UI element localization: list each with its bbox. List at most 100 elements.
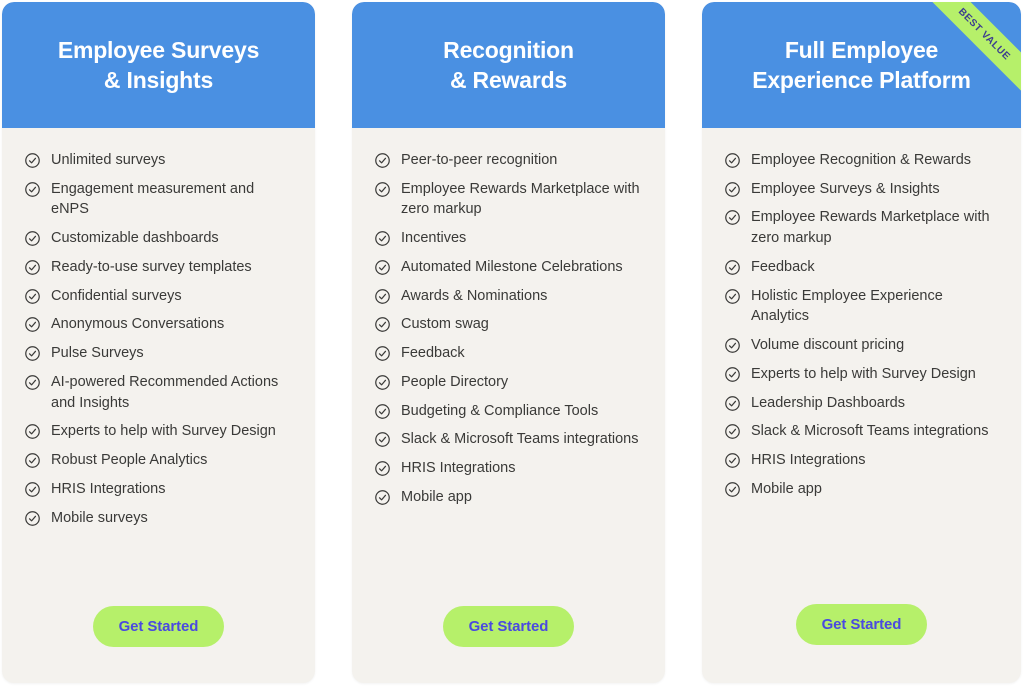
list-item: Experts to help with Survey Design [24, 421, 291, 442]
feature-label: Awards & Nominations [401, 287, 548, 304]
check-circle-icon [24, 423, 41, 440]
check-circle-icon [24, 316, 41, 333]
card-title: Full Employee Experience Platform [752, 35, 971, 96]
list-item: Budgeting & Compliance Tools [374, 401, 641, 422]
check-circle-icon [724, 288, 741, 305]
list-item: Mobile app [374, 487, 641, 508]
feature-label: Slack & Microsoft Teams integrations [751, 423, 989, 440]
feature-label: AI-powered Recommended Actions and Insig… [51, 373, 279, 411]
feature-label: Employee Recognition & Rewards [751, 152, 972, 168]
feature-list: Unlimited surveys Engagement measurement… [2, 128, 315, 606]
list-item: Employee Rewards Marketplace with zero m… [724, 207, 997, 248]
check-circle-icon [724, 259, 741, 276]
list-item: People Directory [374, 372, 641, 393]
check-circle-icon [24, 452, 41, 469]
feature-label: Incentives [401, 230, 467, 247]
get-started-button[interactable]: Get Started [795, 604, 928, 645]
check-circle-icon [374, 259, 391, 276]
feature-label: Mobile surveys [51, 509, 148, 526]
check-circle-icon [724, 423, 741, 440]
check-circle-icon [374, 489, 391, 506]
list-item: Engagement measurement and eNPS [24, 179, 291, 220]
check-circle-icon [24, 481, 41, 498]
check-circle-icon [724, 337, 741, 354]
feature-label: People Directory [401, 373, 509, 390]
check-circle-icon [24, 374, 41, 391]
feature-label: Ready-to-use survey templates [51, 258, 252, 275]
check-circle-icon [374, 288, 391, 305]
card-title: Employee Surveys & Insights [57, 35, 260, 96]
feature-label: Unlimited surveys [51, 152, 166, 168]
feature-label: Slack & Microsoft Teams integrations [401, 431, 639, 448]
list-item: Mobile surveys [24, 508, 291, 529]
list-item: Holistic Employee Experience Analytics [724, 286, 997, 327]
check-circle-icon [374, 181, 391, 198]
feature-label: Mobile app [401, 488, 472, 505]
feature-label: HRIS Integrations [751, 452, 866, 469]
check-circle-icon [24, 230, 41, 247]
feature-label: Employee Surveys & Insights [751, 180, 940, 197]
check-circle-icon [374, 374, 391, 391]
list-item: AI-powered Recommended Actions and Insig… [24, 372, 291, 413]
feature-list: Employee Recognition & Rewards Employee … [702, 128, 1021, 604]
list-item: Pulse Surveys [24, 343, 291, 364]
check-circle-icon [724, 395, 741, 412]
list-item: Slack & Microsoft Teams integrations [724, 421, 997, 442]
check-circle-icon [24, 345, 41, 362]
card-title: Recognition & Rewards [443, 35, 574, 96]
card-header: Full Employee Experience Platform [702, 2, 1021, 128]
list-item: Volume discount pricing [724, 335, 997, 356]
feature-label: Anonymous Conversations [51, 316, 225, 333]
feature-label: Customizable dashboards [51, 230, 219, 247]
feature-label: Holistic Employee Experience Analytics [751, 287, 943, 325]
card-title-line-2: & Rewards [449, 67, 568, 93]
get-started-button[interactable]: Get Started [92, 606, 225, 647]
check-circle-icon [374, 460, 391, 477]
feature-label: Volume discount pricing [751, 337, 905, 354]
list-item: Awards & Nominations [374, 286, 641, 307]
feature-label: Employee Rewards Marketplace with zero m… [401, 180, 640, 218]
check-circle-icon [374, 152, 391, 169]
get-started-button[interactable]: Get Started [442, 606, 575, 647]
card-footer: Get Started [2, 606, 315, 683]
card-title-line-1: Employee Surveys [57, 36, 260, 63]
list-item: Peer-to-peer recognition [374, 150, 641, 171]
list-item: Custom swag [374, 314, 641, 335]
card-title-line-2: Experience Platform [752, 67, 971, 93]
feature-label: Peer-to-peer recognition [401, 152, 558, 168]
pricing-card-full-employee-experience-platform: BEST VALUE Full Employee Experience Plat… [702, 2, 1021, 683]
check-circle-icon [24, 259, 41, 276]
list-item: Customizable dashboards [24, 228, 291, 249]
check-circle-icon [724, 209, 741, 226]
feature-label: Robust People Analytics [51, 452, 208, 469]
feature-label: Custom swag [401, 316, 489, 333]
list-item: Feedback [724, 257, 997, 278]
feature-label: Mobile app [751, 480, 822, 497]
list-item: Incentives [374, 228, 641, 249]
feature-label: Confidential surveys [51, 287, 182, 304]
feature-label: Budgeting & Compliance Tools [401, 402, 599, 419]
check-circle-icon [24, 510, 41, 527]
feature-list: Peer-to-peer recognition Employee Reward… [352, 128, 665, 606]
list-item: HRIS Integrations [374, 458, 641, 479]
pricing-card-recognition-rewards: Recognition & Rewards Peer-to-peer recog… [352, 2, 665, 683]
check-circle-icon [374, 230, 391, 247]
list-item: Ready-to-use survey templates [24, 257, 291, 278]
list-item: Experts to help with Survey Design [724, 364, 997, 385]
check-circle-icon [724, 152, 741, 169]
card-title-line-1: Recognition [443, 36, 574, 63]
feature-label: Pulse Surveys [51, 345, 144, 362]
card-title-line-2: & Insights [103, 67, 214, 93]
feature-label: Experts to help with Survey Design [51, 423, 276, 440]
check-circle-icon [24, 288, 41, 305]
pricing-plan-grid: Employee Surveys & Insights Unlimited su… [0, 0, 1024, 687]
list-item: Employee Surveys & Insights [724, 179, 997, 200]
check-circle-icon [724, 481, 741, 498]
card-title-line-1: Full Employee [784, 36, 939, 63]
feature-label: Experts to help with Survey Design [751, 365, 976, 382]
list-item: Leadership Dashboards [724, 393, 997, 414]
feature-label: HRIS Integrations [51, 480, 166, 497]
check-circle-icon [374, 345, 391, 362]
check-circle-icon [724, 366, 741, 383]
list-item: Unlimited surveys [24, 150, 291, 171]
